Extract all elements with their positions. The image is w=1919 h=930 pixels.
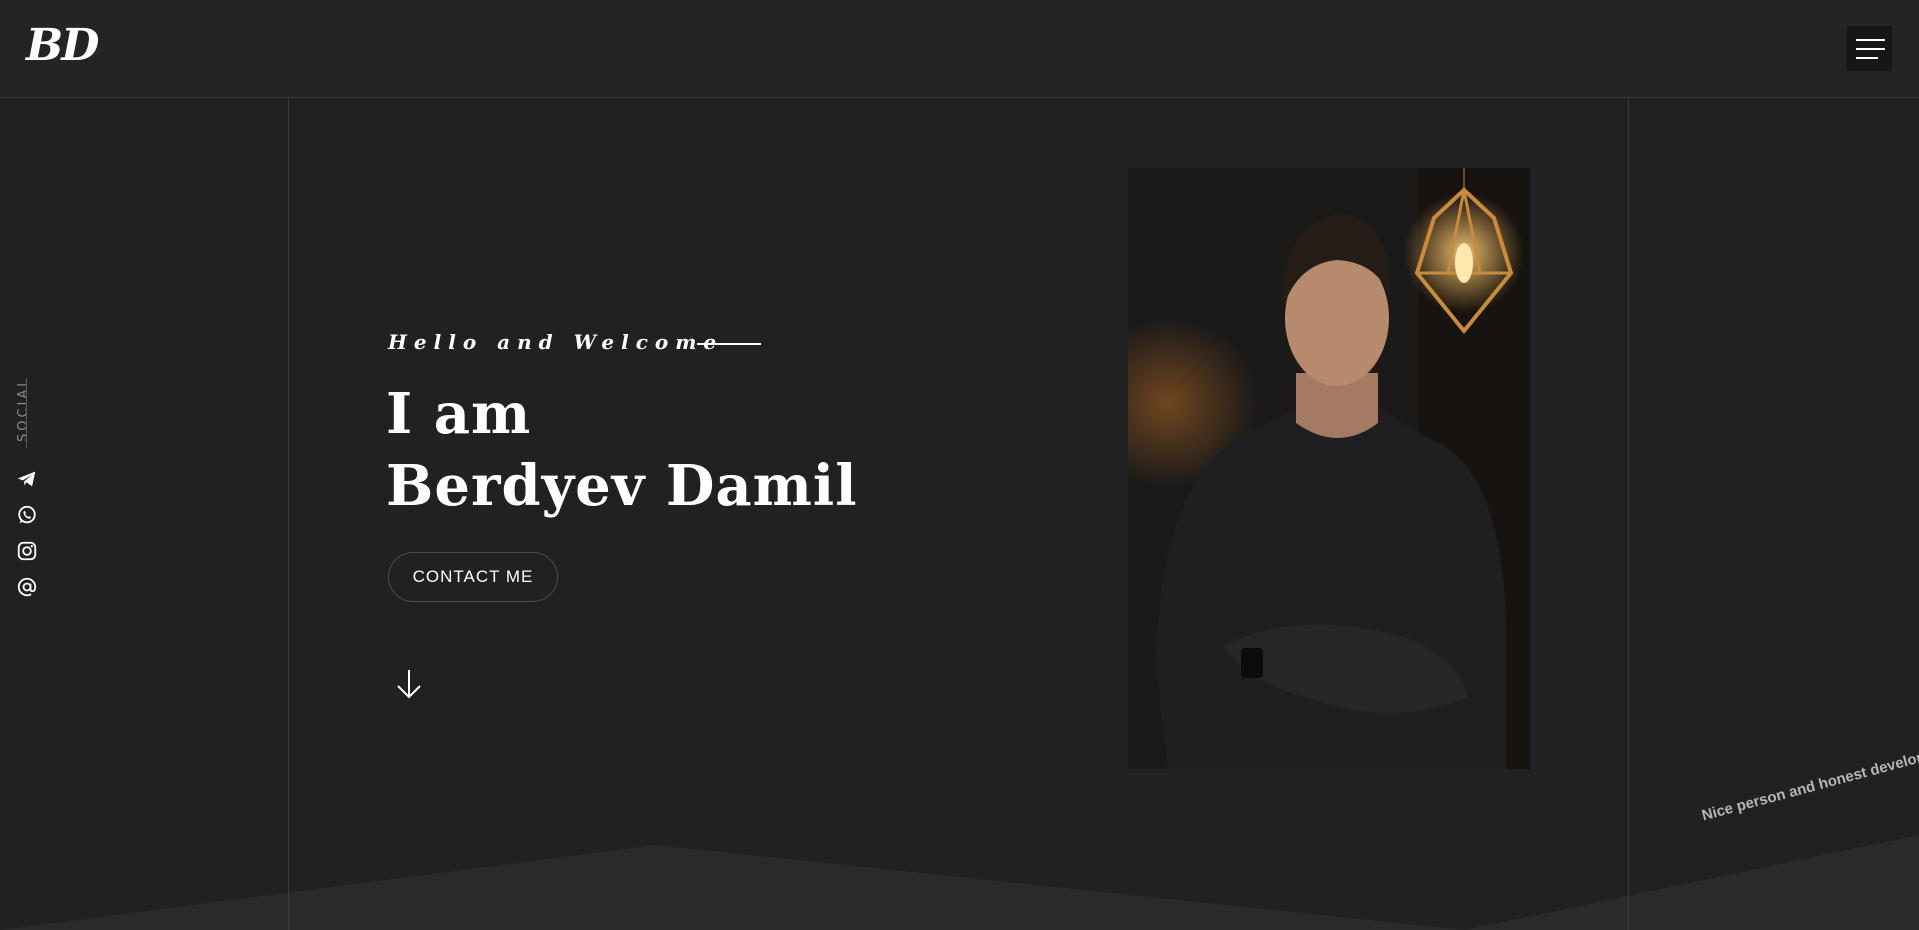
hamburger-icon: [1856, 39, 1885, 41]
at-email-icon[interactable]: [16, 576, 38, 598]
headline: I am Berdyev Damil: [386, 378, 857, 522]
hamburger-icon-line: [1856, 57, 1878, 59]
instagram-icon[interactable]: [16, 540, 38, 562]
portrait-illustration: [1128, 168, 1530, 769]
logo[interactable]: BD: [26, 20, 99, 71]
grid-line-left: [288, 0, 289, 930]
telegram-icon[interactable]: [16, 468, 38, 490]
greeting-text: Hello and Welcome: [388, 330, 724, 354]
arrow-down-icon[interactable]: [394, 668, 424, 700]
greeting-underline: [697, 343, 761, 345]
header: BD: [0, 0, 1919, 98]
headline-name: Berdyev Damil: [386, 453, 858, 519]
whatsapp-icon[interactable]: [16, 504, 38, 526]
grid-line-right: [1628, 0, 1629, 930]
contact-me-button[interactable]: CONTACT ME: [388, 552, 558, 602]
headline-line-1: I am: [386, 381, 532, 447]
portrait-photo: [1128, 168, 1530, 769]
social-divider: [26, 378, 27, 448]
hamburger-icon-line: [1856, 48, 1885, 50]
menu-button[interactable]: [1847, 26, 1892, 71]
page: BD SOCIAL Hello and Welcome I am Berdyev…: [0, 0, 1919, 930]
